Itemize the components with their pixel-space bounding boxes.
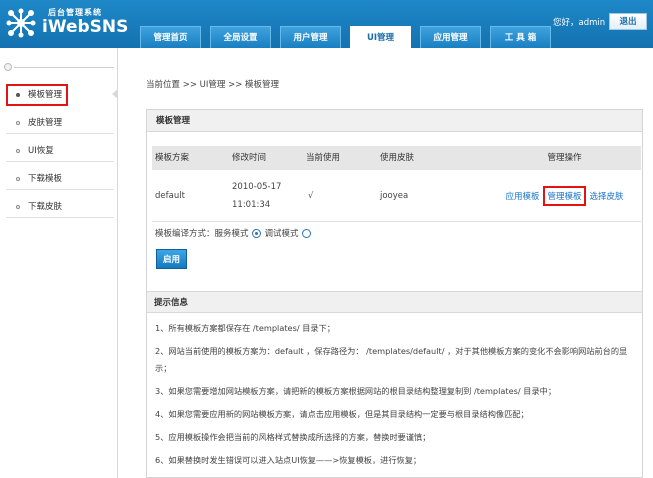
sidebar-item-skin-management[interactable]: 皮肤管理 (6, 112, 114, 134)
service-mode-radio[interactable] (251, 228, 261, 238)
sidebar-pointer-icon (112, 89, 118, 99)
cell-date: 2010-05-17 (232, 182, 282, 192)
table-header: 模板方案 修改时间 当前使用 使用皮肤 管理操作 (152, 146, 641, 170)
compile-mode-label: 模板编译方式：服务模式 (155, 229, 249, 239)
sidebar: 模板管理 皮肤管理 UI恢复 下载模板 下载皮肤 (0, 48, 118, 478)
template-table: 模板方案 修改时间 当前使用 使用皮肤 管理操作 default 2010-05… (152, 146, 641, 222)
divider (14, 67, 114, 68)
sidebar-item-template-management[interactable]: 模板管理 (6, 84, 68, 106)
cell-skin: jooyea (380, 191, 409, 201)
nav-tab-home[interactable]: 管理首页 (140, 26, 201, 48)
col-operations: 管理操作 (547, 153, 582, 163)
table-row: default 2010-05-17 11:01:34 √ jooyea 应用模… (152, 170, 641, 222)
sidebar-item-label: 下载皮肤 (28, 202, 63, 212)
tips-title: 提示信息 (147, 291, 642, 313)
compile-mode-row: 模板编译方式：服务模式 调试模式 (155, 227, 315, 239)
logo-title: iWebSNS (42, 17, 129, 37)
tip-item: 1、所有模板方案都保存在 /templates/ 目录下； (155, 323, 335, 333)
col-skin: 使用皮肤 (380, 153, 415, 163)
sidebar-item-label: 下载模板 (28, 174, 63, 184)
cell-operations: 应用模板 管理模板 选择皮肤 (488, 170, 641, 221)
logo[interactable]: 后台管理系统 iWebSNS (6, 4, 129, 44)
select-skin-link[interactable]: 选择皮肤 (590, 190, 624, 202)
sidebar-item-label: 皮肤管理 (28, 118, 63, 128)
debug-mode-label: 调试模式 (264, 229, 299, 239)
enable-button[interactable]: 启用 (156, 249, 187, 269)
panel-title: 模板管理 (147, 110, 642, 132)
sidebar-item-label: 模板管理 (28, 90, 63, 100)
sidebar-collapse-bar (0, 48, 117, 71)
sidebar-item-download-skin[interactable]: 下载皮肤 (6, 196, 114, 218)
tip-item: 6、如果替换时发生错误可以进入站点UI恢复——>恢复模板，进行恢复； (155, 455, 422, 465)
bullet-icon (16, 149, 20, 153)
sidebar-item-ui-restore[interactable]: UI恢复 (6, 140, 114, 162)
apply-template-link[interactable]: 应用模板 (505, 190, 539, 202)
tips-list: 1、所有模板方案都保存在 /templates/ 目录下； 2、网站当前使用的模… (155, 320, 639, 475)
user-greeting: 您好，admin (553, 18, 606, 28)
template-panel: 模板管理 模板方案 修改时间 当前使用 使用皮肤 管理操作 default 20… (146, 109, 643, 478)
tip-item: 5、应用模板操作会把当前的风格样式替换成所选择的方案，替换时要谨慎； (155, 432, 431, 442)
manage-template-link[interactable]: 管理模板 (543, 186, 586, 206)
nav-tab-toolbox[interactable]: 工 具 箱 (490, 26, 551, 48)
sidebar-item-label: UI恢复 (28, 146, 54, 156)
debug-mode-radio[interactable] (301, 228, 311, 238)
cell-modified: 2010-05-17 11:01:34 (232, 170, 306, 221)
cell-time: 11:01:34 (232, 200, 271, 210)
col-in-use: 当前使用 (306, 153, 341, 163)
bullet-icon (16, 121, 20, 125)
bullet-icon (16, 177, 20, 181)
breadcrumb: 当前位置 >> UI管理 >> 模板管理 (146, 80, 280, 90)
bullet-icon (16, 93, 20, 97)
main-nav: 管理首页 全局设置 用户管理 UI管理 应用管理 工 具 箱 (140, 26, 560, 48)
bullet-icon (16, 205, 20, 209)
col-modified: 修改时间 (232, 153, 267, 163)
logo-icon (6, 8, 36, 38)
nav-tab-global-settings[interactable]: 全局设置 (210, 26, 271, 48)
collapse-icon[interactable] (4, 63, 12, 71)
nav-tab-ui-management[interactable]: UI管理 (350, 26, 411, 48)
tip-item: 3、如果您需要增加网站模板方案，请把新的模板方案根据网站的根目录结构整理复制到 … (155, 386, 557, 396)
cell-in-use: √ (308, 191, 314, 201)
header-bar: 后台管理系统 iWebSNS 管理首页 全局设置 用户管理 UI管理 应用管理 … (0, 0, 653, 48)
nav-tab-user-management[interactable]: 用户管理 (280, 26, 341, 48)
tip-item: 4、如果您需要应用新的网站模板方案，请点击应用模板，但是其目录结构一定要与根目录… (155, 409, 529, 419)
logout-button[interactable]: 退出 (609, 13, 647, 30)
tip-item: 2、网站当前使用的模板方案为：default ，保存路径为： /template… (155, 346, 628, 373)
col-scheme: 模板方案 (155, 153, 190, 163)
nav-tab-app-management[interactable]: 应用管理 (420, 26, 481, 48)
sidebar-item-download-template[interactable]: 下载模板 (6, 168, 114, 190)
cell-scheme: default (155, 191, 185, 201)
